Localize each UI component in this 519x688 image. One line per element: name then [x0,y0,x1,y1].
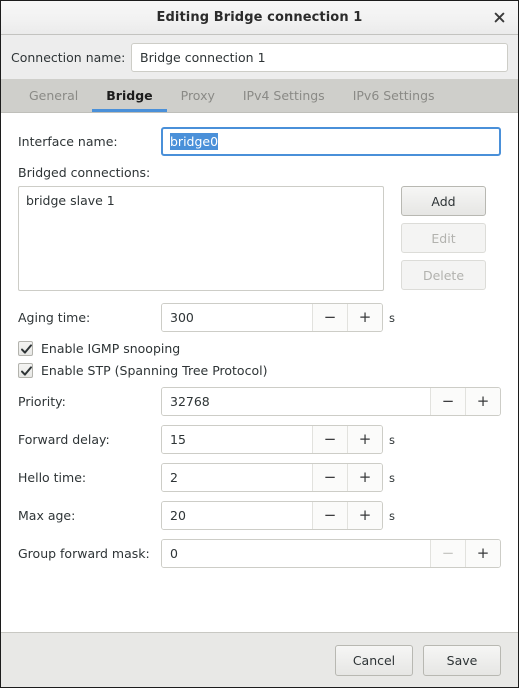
bridged-connections-area: bridge slave 1 Add Edit Delete [18,186,501,291]
aging-time-label: Aging time: [18,310,91,325]
checkmark-icon [21,366,32,376]
bridged-connections-list[interactable]: bridge slave 1 [18,186,384,291]
dialog-footer: Cancel Save [1,633,518,687]
stp-label: Enable STP (Spanning Tree Protocol) [41,363,268,378]
priority-row: Priority: 32768 − + [18,387,501,416]
interface-name-label: Interface name: [18,134,118,149]
interface-name-value: bridge0 [170,133,219,150]
cancel-button[interactable]: Cancel [335,644,413,676]
list-action-buttons: Add Edit Delete [401,186,486,290]
priority-increment-icon[interactable]: + [465,388,500,415]
window-title: Editing Bridge connection 1 [156,10,363,25]
max-age-unit: s [389,508,395,523]
editing-bridge-connection-dialog: Editing Bridge connection 1 Connection n… [0,0,519,688]
connection-name-label: Connection name: [11,49,126,65]
stp-checkbox-row[interactable]: Enable STP (Spanning Tree Protocol) [18,363,501,378]
tab-ipv6-settings[interactable]: IPv6 Settings [339,79,449,112]
stp-checkbox[interactable] [18,363,33,378]
hello-time-row: Hello time: 2 − + s [18,463,501,492]
hello-time-unit: s [389,470,395,485]
group-forward-mask-increment-icon[interactable]: + [465,540,500,567]
tab-general[interactable]: General [15,79,92,112]
connection-name-row: Connection name: Bridge connection 1 [1,35,518,79]
tab-ipv4-settings[interactable]: IPv4 Settings [229,79,339,112]
aging-time-increment-icon[interactable]: + [347,304,382,331]
tab-bar: General Bridge Proxy IPv4 Settings IPv6 … [1,79,518,113]
max-age-spinner[interactable]: 20 − + [161,501,383,530]
forward-delay-row: Forward delay: 15 − + s [18,425,501,454]
priority-label: Priority: [18,394,66,409]
hello-time-spinner[interactable]: 2 − + [161,463,383,492]
priority-value[interactable]: 32768 [162,388,430,415]
add-button[interactable]: Add [401,186,486,216]
hello-time-increment-icon[interactable]: + [347,464,382,491]
group-forward-mask-value[interactable]: 0 [162,540,430,567]
hello-time-value[interactable]: 2 [162,464,312,491]
aging-time-row: Aging time: 300 − + s [18,303,501,332]
forward-delay-value[interactable]: 15 [162,426,312,453]
group-forward-mask-row: Group forward mask: 0 − + [18,539,501,568]
aging-time-value[interactable]: 300 [162,304,312,331]
hello-time-label: Hello time: [18,470,87,485]
igmp-snooping-checkbox[interactable] [18,341,33,356]
priority-decrement-icon[interactable]: − [430,388,465,415]
max-age-label: Max age: [18,508,76,523]
tab-proxy[interactable]: Proxy [167,79,229,112]
interface-name-row: Interface name: bridge0 [18,127,501,156]
bridge-settings-panel: Interface name: bridge0 Bridged connecti… [1,113,518,633]
delete-button: Delete [401,260,486,290]
max-age-increment-icon[interactable]: + [347,502,382,529]
tab-bridge[interactable]: Bridge [92,79,167,112]
aging-time-unit: s [389,310,395,325]
group-forward-mask-spinner[interactable]: 0 − + [161,539,501,568]
max-age-row: Max age: 20 − + s [18,501,501,530]
forward-delay-decrement-icon[interactable]: − [312,426,347,453]
igmp-snooping-checkbox-row[interactable]: Enable IGMP snooping [18,341,501,356]
max-age-value[interactable]: 20 [162,502,312,529]
forward-delay-increment-icon[interactable]: + [347,426,382,453]
save-button[interactable]: Save [423,644,501,676]
bridged-connections-label: Bridged connections: [18,165,151,180]
edit-button: Edit [401,223,486,253]
max-age-decrement-icon[interactable]: − [312,502,347,529]
titlebar: Editing Bridge connection 1 [1,1,518,35]
forward-delay-label: Forward delay: [18,432,110,447]
interface-name-input[interactable]: bridge0 [161,127,501,156]
checkmark-icon [21,344,32,354]
hello-time-decrement-icon[interactable]: − [312,464,347,491]
forward-delay-spinner[interactable]: 15 − + [161,425,383,454]
aging-time-decrement-icon[interactable]: − [312,304,347,331]
forward-delay-unit: s [389,432,395,447]
list-item[interactable]: bridge slave 1 [26,192,376,209]
priority-spinner[interactable]: 32768 − + [161,387,501,416]
close-glyph [494,12,504,23]
aging-time-spinner[interactable]: 300 − + [161,303,383,332]
group-forward-mask-label: Group forward mask: [18,546,150,561]
igmp-snooping-label: Enable IGMP snooping [41,341,181,356]
connection-name-input[interactable]: Bridge connection 1 [131,42,508,72]
close-icon[interactable] [488,7,510,29]
group-forward-mask-decrement-icon: − [430,540,465,567]
